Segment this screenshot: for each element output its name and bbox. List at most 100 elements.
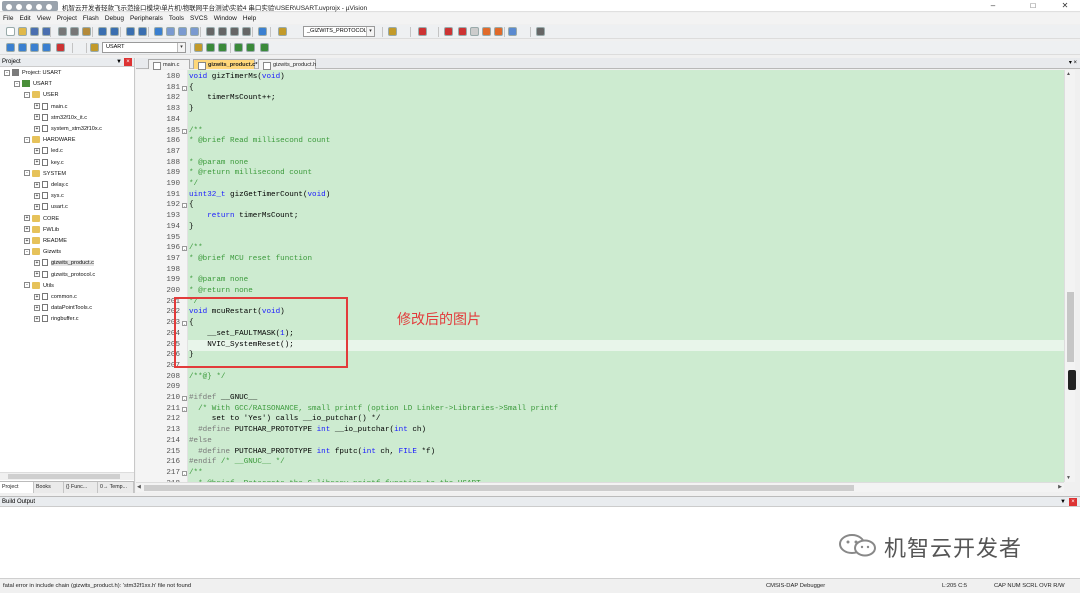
- expand-toggle-icon[interactable]: +: [34, 159, 40, 166]
- scroll-up-icon[interactable]: ▲: [1066, 71, 1071, 77]
- batch-build-icon[interactable]: [42, 43, 51, 52]
- editor-vscrollbar[interactable]: ▲ ▼: [1064, 70, 1075, 482]
- tree-item[interactable]: + dataPointTools.c: [34, 303, 92, 314]
- manage-rte-icon[interactable]: [246, 43, 255, 52]
- save-icon[interactable]: [30, 27, 39, 36]
- breakpoint-enable-icon[interactable]: [470, 27, 479, 36]
- editor-tab[interactable]: gizwits_product.c*: [193, 59, 257, 70]
- tree-item[interactable]: + FWLib: [24, 225, 59, 236]
- bookmark-next-icon[interactable]: [178, 27, 187, 36]
- expand-toggle-icon[interactable]: -: [14, 80, 20, 87]
- chevron-down-icon[interactable]: ▾: [366, 27, 374, 36]
- vscroll-thumb[interactable]: [1067, 292, 1074, 362]
- close-panel-icon[interactable]: ×: [124, 58, 132, 66]
- expand-toggle-icon[interactable]: -: [24, 170, 30, 177]
- menu-item-peripherals[interactable]: Peripherals: [127, 13, 166, 24]
- translate-icon[interactable]: [6, 43, 15, 52]
- code-line[interactable]: * @brief Read millisecond count: [188, 136, 1064, 147]
- expand-toggle-icon[interactable]: +: [34, 181, 40, 188]
- tree-item[interactable]: + gizwits_protocol.c: [34, 270, 95, 281]
- code-line[interactable]: {: [188, 83, 1064, 94]
- code-line[interactable]: /**: [188, 243, 1064, 254]
- expand-toggle-icon[interactable]: +: [34, 192, 40, 199]
- expand-toggle-icon[interactable]: +: [24, 215, 30, 222]
- code-line[interactable]: #define PUTCHAR_PROTOTYPE int __io_putch…: [188, 425, 1064, 436]
- menu-item-flash[interactable]: Flash: [80, 13, 102, 24]
- open-icon[interactable]: [18, 27, 27, 36]
- breakpoint-disable-icon[interactable]: [482, 27, 491, 36]
- back-icon[interactable]: [126, 27, 135, 36]
- code-line[interactable]: * @param none: [188, 158, 1064, 169]
- tree-item[interactable]: - Gizwits: [24, 247, 61, 258]
- redo-icon[interactable]: [110, 27, 119, 36]
- project-panel-tab[interactable]: Books: [34, 482, 64, 493]
- code-line[interactable]: #endif /* __GNUC__ */: [188, 457, 1064, 468]
- expand-toggle-icon[interactable]: +: [24, 237, 30, 244]
- code-line[interactable]: [188, 233, 1064, 244]
- file-extensions-icon[interactable]: [206, 43, 215, 52]
- hscroll-thumb[interactable]: [144, 485, 854, 491]
- project-panel-tab[interactable]: Project: [0, 482, 34, 493]
- undo-icon[interactable]: [98, 27, 107, 36]
- menu-item-window[interactable]: Window: [211, 13, 240, 24]
- select-software-packs-icon[interactable]: [218, 43, 227, 52]
- tree-item[interactable]: + usart.c: [34, 202, 68, 213]
- tree-item[interactable]: - SYSTEM: [24, 169, 66, 180]
- menu-item-project[interactable]: Project: [54, 13, 80, 24]
- build-icon[interactable]: [18, 43, 27, 52]
- bookmark-clear-icon[interactable]: [190, 27, 199, 36]
- code-line[interactable]: }: [188, 104, 1064, 115]
- pack-installer-icon[interactable]: [234, 43, 243, 52]
- code-line[interactable]: void gizTimerMs(void): [188, 72, 1064, 83]
- indent-icon[interactable]: [206, 27, 215, 36]
- tree-item[interactable]: + README: [24, 236, 67, 247]
- copy-icon[interactable]: [70, 27, 79, 36]
- chevron-down-icon[interactable]: ▾: [177, 43, 185, 52]
- code-line[interactable]: * @return millisecond count: [188, 168, 1064, 179]
- unindent-icon[interactable]: [218, 27, 227, 36]
- tree-item[interactable]: + key.c: [34, 158, 64, 169]
- tree-item[interactable]: - HARDWARE: [24, 135, 75, 146]
- expand-toggle-icon[interactable]: +: [34, 147, 40, 154]
- tree-item[interactable]: + ringbuffer.c: [34, 314, 79, 325]
- tree-item[interactable]: + stm32f10x_it.c: [34, 113, 87, 124]
- tab-list-dropdown-icon[interactable]: ▾ ×: [1069, 59, 1077, 66]
- config-icon[interactable]: [536, 27, 545, 36]
- expand-toggle-icon[interactable]: -: [24, 91, 30, 98]
- editor-tab[interactable]: main.c: [148, 59, 190, 70]
- fold-toggle-icon[interactable]: -: [182, 128, 187, 134]
- menu-item-svcs[interactable]: SVCS: [187, 13, 211, 24]
- comment-icon[interactable]: [230, 27, 239, 36]
- find-in-files-icon[interactable]: [278, 27, 287, 36]
- code-line[interactable]: [188, 115, 1064, 126]
- tree-item[interactable]: + sys.c: [34, 191, 64, 202]
- expand-toggle-icon[interactable]: +: [34, 271, 40, 278]
- code-line[interactable]: * @return none: [188, 286, 1064, 297]
- rebuild-icon[interactable]: [30, 43, 39, 52]
- project-panel-tab[interactable]: {} Func...: [64, 482, 98, 493]
- load-icon[interactable]: [56, 43, 65, 52]
- bookmark-prev-icon[interactable]: [166, 27, 175, 36]
- menu-item-file[interactable]: File: [0, 13, 16, 24]
- tree-item[interactable]: + gizwits_product.c: [34, 258, 94, 269]
- fold-toggle-icon[interactable]: -: [182, 470, 187, 476]
- fold-toggle-icon[interactable]: -: [182, 406, 187, 412]
- code-line[interactable]: timerMsCount++;: [188, 93, 1064, 104]
- breakpoint-icon[interactable]: [458, 27, 467, 36]
- code-editor[interactable]: 180 181-182 183 184 185-186 187 188 189 190 191 19…: [136, 70, 1064, 482]
- manage-components-icon[interactable]: [194, 43, 203, 52]
- zoom-icon[interactable]: [418, 27, 427, 36]
- expand-toggle-icon[interactable]: +: [34, 293, 40, 300]
- maximize-icon[interactable]: □: [1016, 0, 1050, 12]
- project-panel-tab[interactable]: 0→ Temp...: [98, 482, 134, 493]
- scroll-down-icon[interactable]: ▼: [1066, 475, 1071, 481]
- bookmark-icon[interactable]: [154, 27, 163, 36]
- code-line[interactable]: [188, 147, 1064, 158]
- project-hscrollbar[interactable]: [0, 472, 134, 480]
- fold-toggle-icon[interactable]: -: [182, 396, 187, 401]
- expand-toggle-icon[interactable]: +: [34, 259, 40, 266]
- fold-toggle-icon[interactable]: -: [182, 85, 187, 91]
- fold-toggle-icon[interactable]: -: [182, 203, 187, 209]
- expand-toggle-icon[interactable]: -: [24, 136, 30, 143]
- fold-toggle-icon[interactable]: -: [182, 246, 187, 252]
